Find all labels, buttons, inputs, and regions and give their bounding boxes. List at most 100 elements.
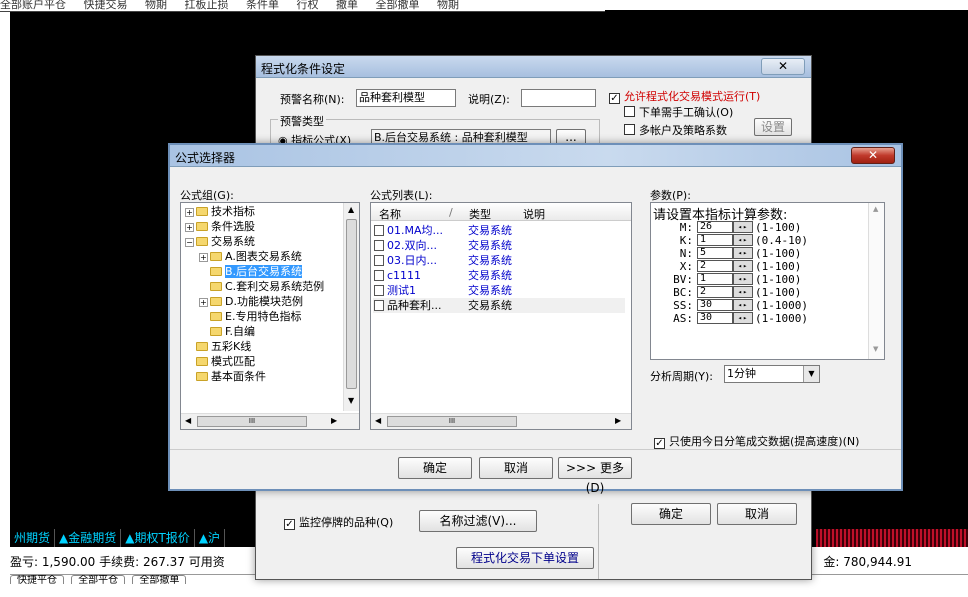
ticker-tab[interactable]: ▲沪 bbox=[195, 529, 226, 547]
formula-row[interactable]: c1111 交易系统 bbox=[373, 268, 625, 283]
params-vertical-scrollbar[interactable]: ▲ ▼ bbox=[868, 203, 884, 359]
tree-item[interactable]: C.套利交易系统范例 bbox=[199, 280, 324, 294]
quick-close-button[interactable]: 快捷平仓 bbox=[10, 575, 64, 584]
list-hscroll-thumb[interactable]: III bbox=[387, 416, 517, 427]
tree-item[interactable]: F.自编 bbox=[199, 325, 255, 339]
formula-row[interactable]: 品种套利... 交易系统 bbox=[373, 298, 625, 313]
period-select[interactable]: 1分钟 ▼ bbox=[724, 365, 820, 383]
spin-arrows-icon[interactable]: ◂▸ bbox=[733, 286, 753, 298]
param-value-field[interactable]: 2 bbox=[697, 260, 733, 272]
topbar-item[interactable]: 撤单 bbox=[336, 0, 358, 11]
topbar-item[interactable]: 条件单 bbox=[246, 0, 279, 11]
alert-name-field[interactable]: 品种套利模型 bbox=[356, 89, 456, 107]
param-value-field[interactable]: 30 bbox=[697, 299, 733, 311]
scroll-up-icon[interactable]: ▲ bbox=[348, 205, 354, 214]
scroll-down-icon[interactable]: ▼ bbox=[873, 345, 878, 353]
spin-arrows-icon[interactable]: ◂▸ bbox=[733, 299, 753, 311]
expand-icon[interactable]: + bbox=[199, 298, 208, 307]
param-value-field[interactable]: 30 bbox=[697, 312, 733, 324]
description-field[interactable] bbox=[521, 89, 596, 107]
scroll-up-icon[interactable]: ▲ bbox=[873, 205, 878, 213]
tree-hscroll-thumb[interactable]: III bbox=[197, 416, 307, 427]
today-only-checkbox[interactable]: ✓ 只使用今日分笔成交数据(提高速度)(N) bbox=[654, 433, 859, 449]
tree-item[interactable]: B.后台交易系统 bbox=[199, 265, 303, 279]
expand-icon[interactable]: + bbox=[185, 208, 194, 217]
condition-cancel-button[interactable]: 取消 bbox=[717, 503, 797, 525]
topbar-item[interactable]: 全部撤单 bbox=[376, 0, 420, 11]
tree-item[interactable]: 基本面条件 bbox=[185, 370, 266, 384]
topbar-item[interactable]: 物期 bbox=[437, 0, 459, 11]
formula-row[interactable]: 02.双向... 交易系统 bbox=[373, 238, 625, 253]
formula-row[interactable]: 03.日内... 交易系统 bbox=[373, 253, 625, 268]
formula-list[interactable]: 名称 / 类型 说明 ◀ III ▶ 01.MA均... 交易系统 02.双向...… bbox=[370, 202, 632, 430]
manual-confirm-checkbox[interactable]: 下单需手工确认(O) bbox=[624, 104, 733, 120]
param-value-field[interactable]: 1 bbox=[697, 234, 733, 246]
tree-vertical-scrollbar[interactable]: ▲ ▼ bbox=[343, 203, 359, 411]
spin-arrows-icon[interactable]: ◂▸ bbox=[733, 221, 753, 233]
scroll-left-icon[interactable]: ◀ bbox=[185, 416, 191, 425]
tree-item[interactable]: + D.功能模块范例 bbox=[199, 295, 303, 309]
spin-arrows-icon[interactable]: ◂▸ bbox=[733, 260, 753, 272]
param-value-field[interactable]: 2 bbox=[697, 286, 733, 298]
topbar-item[interactable]: 快捷交易 bbox=[84, 0, 128, 11]
dialog-lower-separator bbox=[598, 504, 599, 579]
tree-item[interactable]: + 条件选股 bbox=[185, 220, 255, 234]
collapse-icon[interactable]: − bbox=[185, 238, 194, 247]
topbar-item[interactable]: 行权 bbox=[297, 0, 319, 11]
settings-button[interactable]: 设置 bbox=[754, 118, 792, 136]
topbar-item[interactable]: 物期 bbox=[145, 0, 167, 11]
monitor-halted-checkbox[interactable]: ✓ 监控停牌的品种(Q) bbox=[284, 514, 393, 530]
tree-line-icon bbox=[199, 326, 208, 335]
condition-dialog-titlebar[interactable]: 程式化条件设定 ✕ bbox=[256, 56, 811, 78]
tree-scroll-thumb[interactable] bbox=[346, 219, 357, 389]
scroll-left-icon[interactable]: ◀ bbox=[375, 416, 381, 425]
spin-arrows-icon[interactable]: ◂▸ bbox=[733, 247, 753, 259]
topbar-item[interactable]: 全部账户平仓 bbox=[0, 0, 66, 11]
more-button[interactable]: >>> 更多(D) bbox=[558, 457, 632, 495]
expand-icon[interactable]: + bbox=[185, 223, 194, 232]
spin-arrows-icon[interactable]: ◂▸ bbox=[733, 273, 753, 285]
param-value-field[interactable]: 1 bbox=[697, 273, 733, 285]
expand-icon[interactable]: + bbox=[199, 253, 208, 262]
close-icon[interactable]: ✕ bbox=[851, 147, 895, 164]
formula-ok-button[interactable]: 确定 bbox=[398, 457, 472, 479]
ticker-tab[interactable]: ▲期权T报价 bbox=[121, 529, 195, 547]
param-value-field[interactable]: 5 bbox=[697, 247, 733, 259]
multi-account-checkbox[interactable]: 多帐户及策略系数 bbox=[624, 122, 727, 138]
tree-horizontal-scrollbar[interactable]: ◀ III ▶ bbox=[181, 413, 359, 429]
name-filter-button[interactable]: 名称过滤(V)... bbox=[419, 510, 537, 532]
ticker-tab[interactable]: ▲金融期货 bbox=[55, 529, 122, 547]
formula-cancel-button[interactable]: 取消 bbox=[479, 457, 553, 479]
close-icon[interactable]: ✕ bbox=[761, 58, 805, 75]
spin-arrows-icon[interactable]: ◂▸ bbox=[733, 312, 753, 324]
ticker-tab[interactable]: 州期货 bbox=[10, 529, 56, 547]
param-value-field[interactable]: 26 bbox=[697, 221, 733, 233]
formula-selector-dialog: 公式选择器 ✕ 公式组(G): 公式列表(L): 参数(P): ▲ ▼ ◀ II… bbox=[168, 143, 903, 495]
formula-group-tree[interactable]: ▲ ▼ ◀ III ▶ + 技术指标 + 条件选股 − 交易系统 + A.图表交易系统 B.后台… bbox=[180, 202, 360, 430]
order-settings-button[interactable]: 程式化交易下单设置 bbox=[456, 547, 594, 569]
topbar-item[interactable]: 扛板止损 bbox=[185, 0, 229, 11]
list-horizontal-scrollbar[interactable]: ◀ III ▶ bbox=[371, 413, 631, 429]
formula-row[interactable]: 01.MA均... 交易系统 bbox=[373, 223, 625, 238]
col-name-header[interactable]: 名称 bbox=[379, 206, 401, 222]
tree-item-label: 五彩K线 bbox=[211, 340, 252, 353]
formula-row[interactable]: 测试1 交易系统 bbox=[373, 283, 625, 298]
tree-item[interactable]: − 交易系统 bbox=[185, 235, 255, 249]
tree-item[interactable]: 模式匹配 bbox=[185, 355, 255, 369]
close-all-button[interactable]: 全部平仓 bbox=[71, 575, 126, 584]
cancel-all-button[interactable]: 全部撤单 bbox=[132, 575, 187, 584]
col-desc-header[interactable]: 说明 bbox=[523, 206, 545, 222]
allow-program-trading-checkbox[interactable]: ✓ 允许程式化交易模式运行(T) bbox=[609, 88, 760, 104]
tree-item[interactable]: + 技术指标 bbox=[185, 205, 255, 219]
col-type-header[interactable]: 类型 bbox=[469, 206, 491, 222]
tree-item[interactable]: 五彩K线 bbox=[185, 340, 251, 354]
tree-item[interactable]: E.专用特色指标 bbox=[199, 310, 301, 324]
scroll-right-icon[interactable]: ▶ bbox=[331, 416, 337, 425]
formula-dialog-titlebar[interactable]: 公式选择器 ✕ bbox=[170, 145, 901, 167]
tree-item[interactable]: + A.图表交易系统 bbox=[199, 250, 302, 264]
chevron-down-icon[interactable]: ▼ bbox=[803, 366, 819, 382]
scroll-down-icon[interactable]: ▼ bbox=[348, 396, 354, 405]
scroll-right-icon[interactable]: ▶ bbox=[615, 416, 621, 425]
condition-ok-button[interactable]: 确定 bbox=[631, 503, 711, 525]
spin-arrows-icon[interactable]: ◂▸ bbox=[733, 234, 753, 246]
